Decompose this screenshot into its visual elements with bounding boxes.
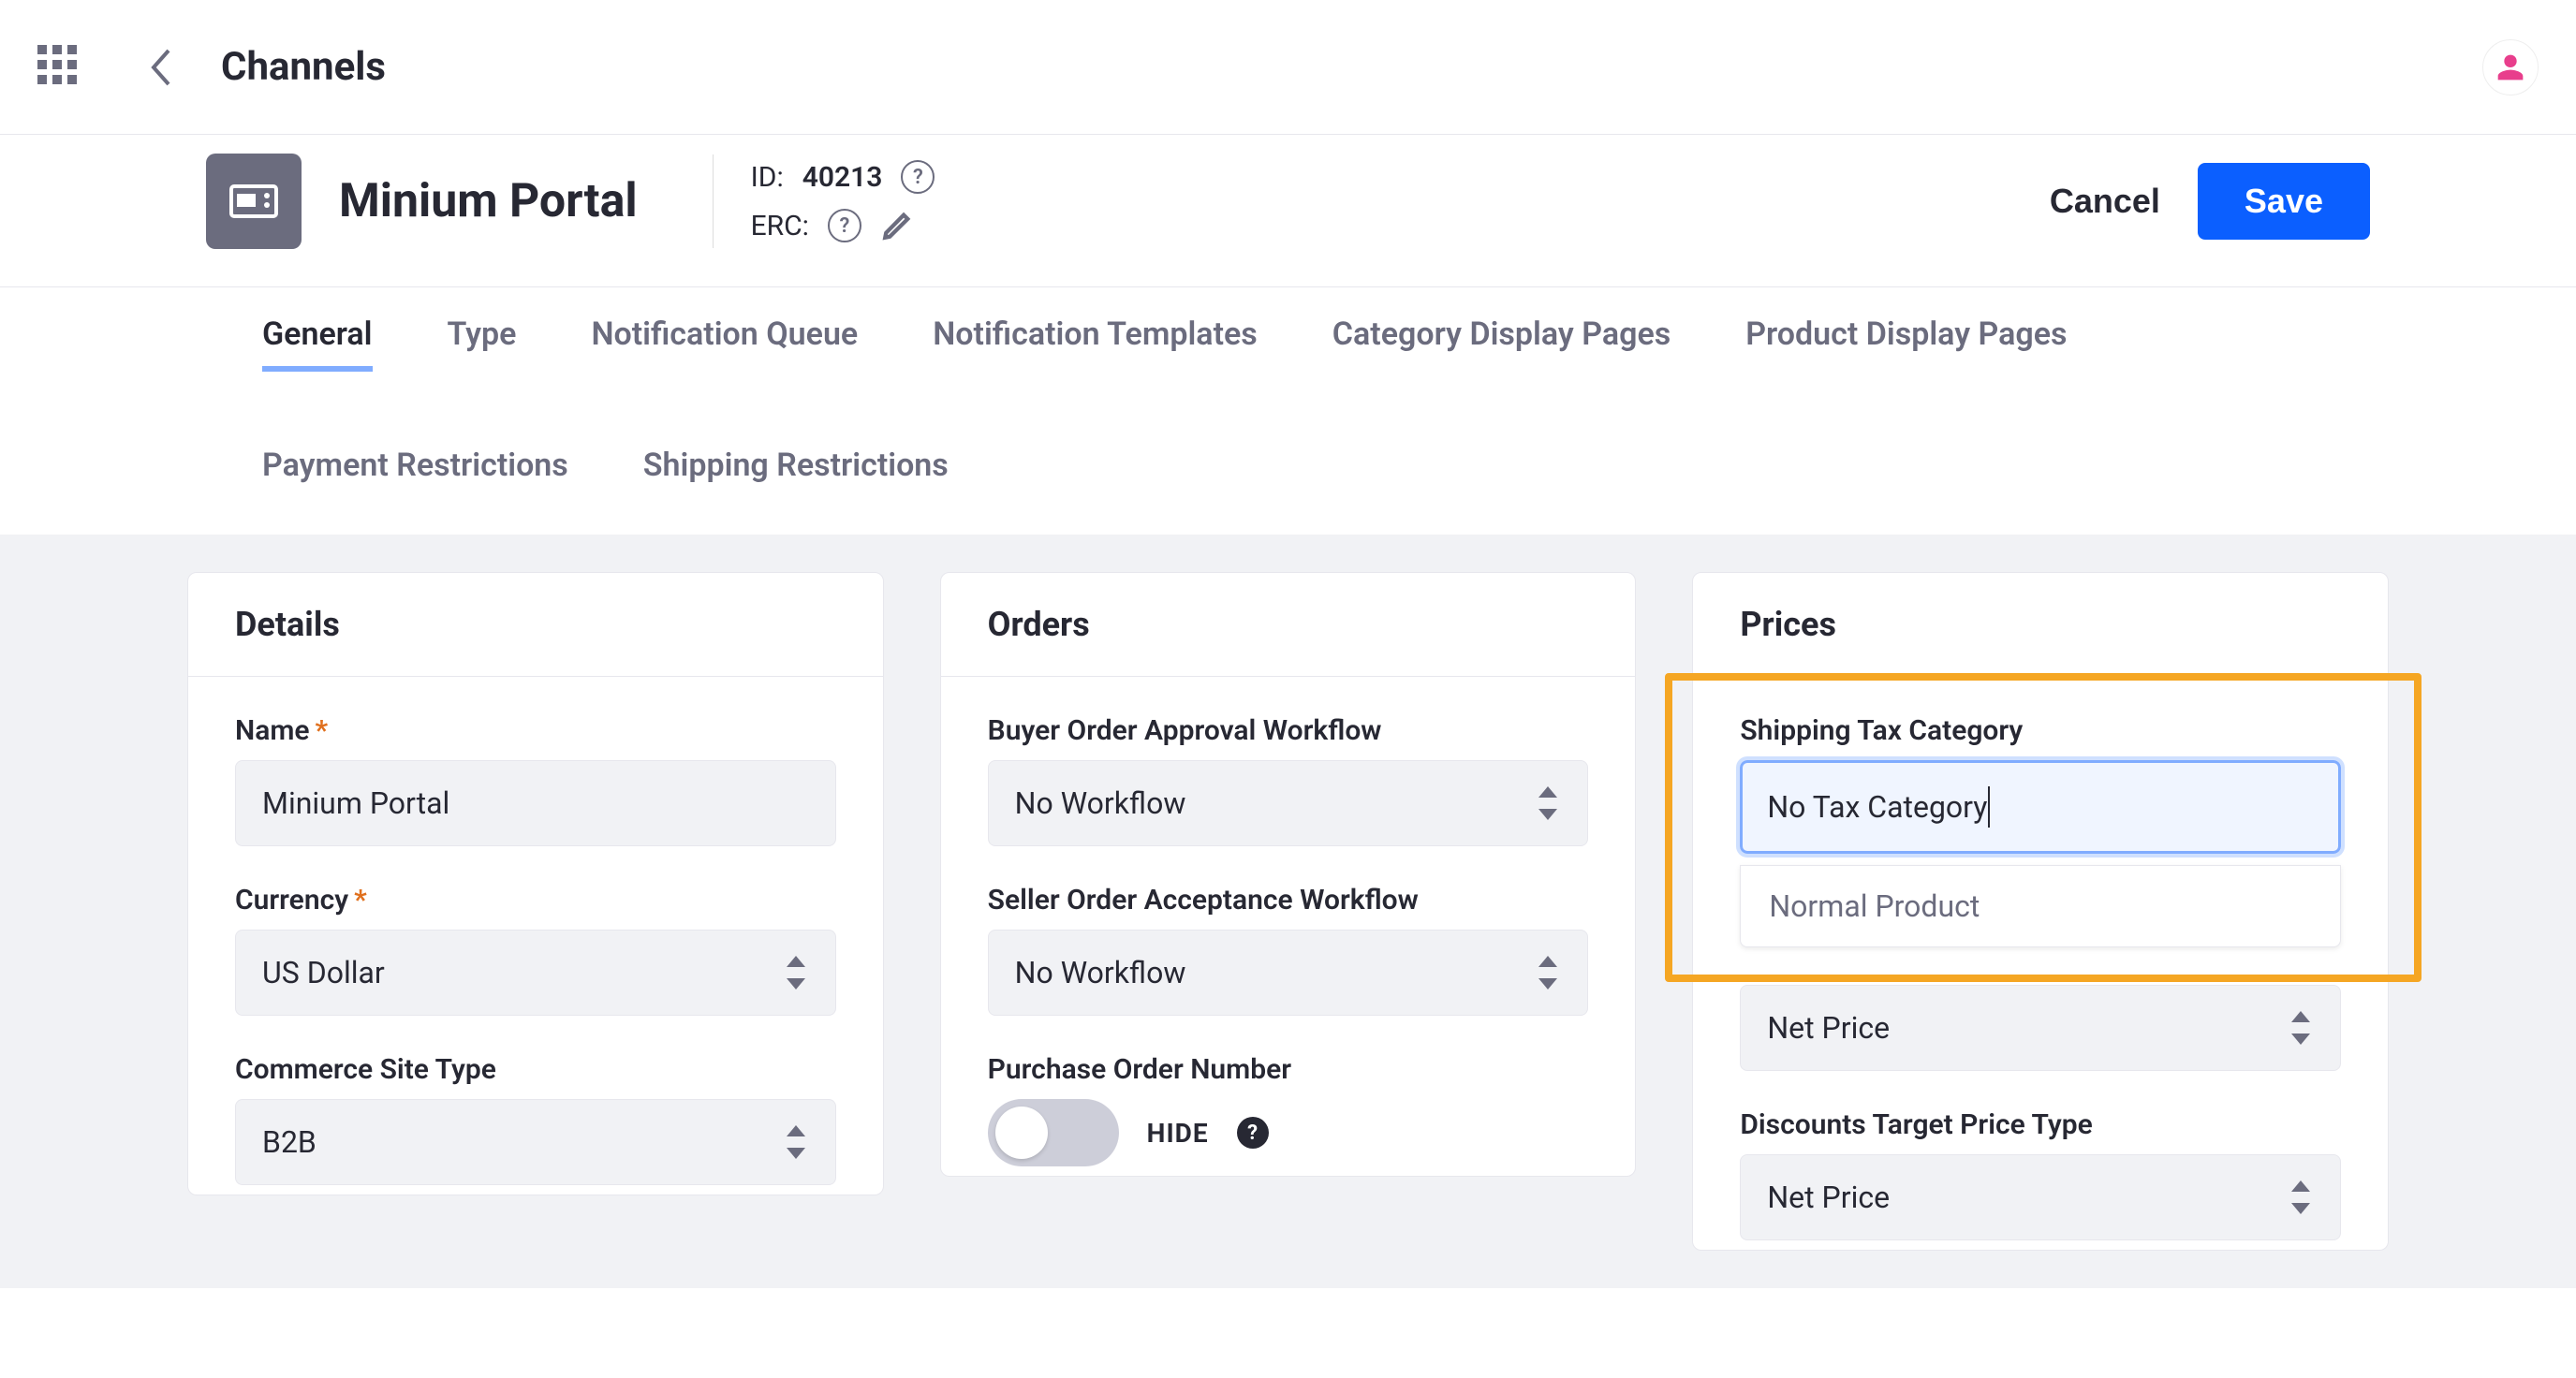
toggle-state-label: HIDE	[1147, 1118, 1209, 1149]
chevron-sort-icon	[783, 956, 809, 990]
page-title: Minium Portal	[339, 174, 638, 228]
currency-select[interactable]: US Dollar	[235, 930, 836, 1016]
id-value: 40213	[802, 161, 883, 194]
site-type-select[interactable]: B2B	[235, 1099, 836, 1185]
page-header: Minium Portal ID: 40213 ? ERC: ? Cancel …	[0, 135, 2576, 287]
price-type-select[interactable]: Net Price	[1740, 985, 2341, 1071]
site-icon	[206, 154, 302, 249]
chevron-sort-icon	[1535, 956, 1561, 990]
details-card: Details Name* Minium Portal Currency* US…	[187, 572, 884, 1195]
chevron-sort-icon	[1535, 786, 1561, 820]
orders-card: Orders Buyer Order Approval Workflow No …	[940, 572, 1637, 1177]
tab-notification-queue[interactable]: Notification Queue	[591, 315, 858, 372]
shipping-tax-combobox[interactable]: No Tax Category	[1740, 760, 2341, 854]
buyer-workflow-label: Buyer Order Approval Workflow	[988, 714, 1589, 747]
erc-label: ERC:	[751, 210, 809, 242]
name-label: Name*	[235, 714, 836, 747]
buyer-workflow-select[interactable]: No Workflow	[988, 760, 1589, 846]
tabs: General Type Notification Queue Notificatio…	[0, 287, 2576, 535]
shipping-tax-label: Shipping Tax Category	[1740, 714, 2341, 747]
po-number-label: Purchase Order Number	[988, 1053, 1589, 1086]
meta-block: ID: 40213 ? ERC: ?	[751, 160, 935, 242]
po-number-toggle[interactable]	[988, 1099, 1119, 1166]
chevron-sort-icon	[2288, 1011, 2314, 1045]
chevron-sort-icon	[783, 1125, 809, 1159]
back-button[interactable]	[139, 45, 184, 90]
main-content: Details Name* Minium Portal Currency* US…	[0, 535, 2576, 1288]
id-label: ID:	[751, 161, 784, 194]
seller-workflow-label: Seller Order Acceptance Workflow	[988, 884, 1589, 916]
apps-icon[interactable]	[37, 45, 82, 90]
card-title: Orders	[941, 573, 1636, 677]
help-icon[interactable]: ?	[901, 160, 935, 194]
tab-shipping-restrictions[interactable]: Shipping Restrictions	[643, 447, 949, 497]
site-type-label: Commerce Site Type	[235, 1053, 836, 1086]
help-icon[interactable]: ?	[1237, 1117, 1269, 1149]
tab-notification-templates[interactable]: Notification Templates	[933, 315, 1258, 372]
tab-payment-restrictions[interactable]: Payment Restrictions	[262, 447, 568, 497]
tab-type[interactable]: Type	[448, 315, 517, 372]
shipping-tax-dropdown: Normal Product	[1740, 865, 2341, 947]
tab-category-display-pages[interactable]: Category Display Pages	[1332, 315, 1671, 372]
chevron-sort-icon	[2288, 1180, 2314, 1214]
help-icon[interactable]: ?	[828, 209, 861, 242]
prices-card: Prices Shipping Tax Category No Tax Cate…	[1692, 572, 2389, 1251]
divider	[713, 154, 714, 248]
discounts-target-label: Discounts Target Price Type	[1740, 1108, 2341, 1141]
save-button[interactable]: Save	[2198, 163, 2370, 240]
card-title: Details	[188, 573, 883, 677]
dropdown-option[interactable]: Normal Product	[1741, 866, 2340, 946]
seller-workflow-select[interactable]: No Workflow	[988, 930, 1589, 1016]
discounts-target-select[interactable]: Net Price	[1740, 1154, 2341, 1240]
cancel-button[interactable]: Cancel	[2050, 182, 2160, 221]
card-title: Prices	[1693, 573, 2388, 677]
currency-label: Currency*	[235, 884, 836, 916]
tab-product-display-pages[interactable]: Product Display Pages	[1745, 315, 2067, 372]
page-section-title: Channels	[221, 44, 386, 90]
name-input[interactable]: Minium Portal	[235, 760, 836, 846]
top-bar: Channels	[0, 0, 2576, 135]
user-avatar[interactable]	[2482, 39, 2539, 95]
edit-icon[interactable]	[880, 209, 914, 242]
tab-general[interactable]: General	[262, 315, 373, 372]
